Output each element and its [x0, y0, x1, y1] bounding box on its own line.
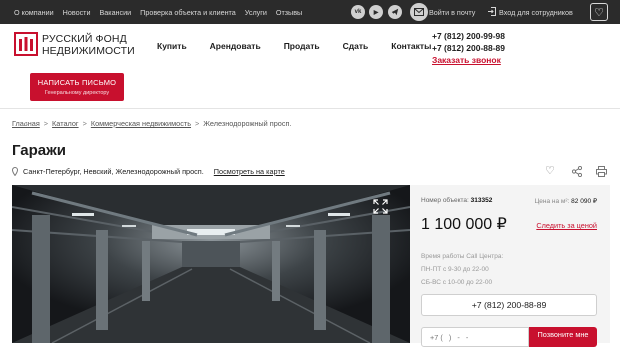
main-nav: Купить Арендовать Продать Сдать Контакты	[157, 41, 431, 51]
photo-prev-arrow[interactable]: ‹	[18, 113, 32, 128]
fullscreen-expand-icon[interactable]	[373, 199, 388, 214]
object-number-label: Номер объекта:	[421, 197, 469, 204]
favorites-heart-icon[interactable]: ♡	[590, 3, 608, 21]
login-icon	[488, 7, 496, 16]
staff-login-link[interactable]: Вход для сотрудников	[499, 8, 573, 17]
share-icon[interactable]	[572, 166, 582, 177]
logo-icon[interactable]	[14, 32, 38, 56]
top-nav-reviews[interactable]: Отзывы	[276, 8, 302, 17]
hours-weekend: СБ-ВС с 10-00 до 22-00	[421, 279, 493, 286]
crumb-catalog[interactable]: Каталог	[52, 119, 79, 128]
crumb-commercial[interactable]: Коммерческая недвижимость	[91, 119, 191, 128]
price: 1 100 000 ₽	[421, 216, 507, 233]
price-per-m2: Цена на м²: 82 090 ₽	[534, 197, 597, 205]
header-phones: +7 (812) 200-99-98 +7 (812) 200-88-89 За…	[432, 30, 505, 66]
map-link[interactable]: Посмотреть на карте	[214, 167, 285, 176]
write-letter-sublabel: Генеральному директору	[44, 90, 110, 96]
crumb-separator: >	[82, 119, 87, 128]
logo-line-1: РУССКИЙ ФОНД	[42, 33, 127, 45]
nav-lease[interactable]: Сдать	[343, 41, 369, 51]
print-icon[interactable]	[596, 166, 607, 177]
vk-icon[interactable]: vk	[351, 5, 365, 19]
hours-weekdays: ПН-ПТ с 9-30 до 22-00	[421, 266, 489, 273]
crumb-separator: >	[43, 119, 49, 128]
property-photo[interactable]	[12, 185, 410, 343]
nav-rent[interactable]: Арендовать	[210, 41, 261, 51]
callback-link[interactable]: Заказать звонок	[432, 54, 505, 66]
photo-next-arrow[interactable]: ›	[389, 113, 403, 128]
phone-2[interactable]: +7 (812) 200-88-89	[432, 42, 505, 54]
header-divider	[0, 108, 620, 109]
location-pin-icon	[12, 167, 18, 176]
write-letter-button[interactable]: НАПИСАТЬ ПИСЬМО Генеральному директору	[30, 73, 124, 101]
price-per-m2-value: 82 090 ₽	[571, 198, 597, 205]
crumb-separator: >	[195, 119, 200, 128]
nav-buy[interactable]: Купить	[157, 41, 187, 51]
mail-icon[interactable]	[410, 3, 428, 21]
nav-contacts[interactable]: Контакты	[391, 41, 431, 51]
breadcrumb: Главная > Каталог > Коммерческая недвижимост…	[12, 119, 291, 128]
phone-1[interactable]: +7 (812) 200-99-98	[432, 30, 505, 42]
youtube-icon[interactable]: ▶	[369, 5, 383, 19]
top-nav-vacancies[interactable]: Вакансии	[99, 8, 131, 17]
object-number: Номер объекта: 313352	[421, 197, 492, 204]
follow-price-link[interactable]: Следить за ценой	[536, 221, 597, 230]
crumb-current: Железнодорожный просп.	[203, 119, 292, 128]
top-nav-services[interactable]: Услуги	[245, 8, 267, 17]
top-nav-news[interactable]: Новости	[63, 8, 91, 17]
top-nav-about[interactable]: О компании	[14, 8, 54, 17]
price-panel: Номер объекта: 313352 Цена на м²: 82 090…	[410, 185, 610, 347]
phone-button[interactable]: +7 (812) 200-88-89	[421, 294, 597, 316]
address-text: Санкт-Петербург, Невский, Железнодорожны…	[23, 167, 204, 176]
nav-sell[interactable]: Продать	[284, 41, 320, 51]
top-nav-check[interactable]: Проверка объекта и клиента	[140, 8, 236, 17]
price-per-m2-label: Цена на м²:	[534, 198, 570, 205]
call-me-button[interactable]: Позвоните мне	[529, 327, 597, 347]
mail-login-link[interactable]: Войти в почту	[429, 8, 475, 17]
call-center-hours: Время работы Call Центра: ПН-ПТ с 9-30 д…	[421, 250, 503, 289]
logo-text[interactable]: РУССКИЙ ФОНД НЕДВИЖИМОСТИ	[42, 33, 135, 57]
hours-title: Время работы Call Центра:	[421, 253, 504, 260]
parking-garage-image	[12, 185, 410, 343]
page-title: Гаражи	[12, 142, 67, 159]
write-letter-label: НАПИСАТЬ ПИСЬМО	[37, 78, 117, 87]
top-bar: О компании Новости Вакансии Проверка объ…	[0, 0, 620, 24]
callback-phone-input[interactable]	[421, 327, 529, 347]
heart-icon[interactable]: ♡	[545, 164, 555, 177]
object-number-value: 313352	[470, 197, 493, 204]
address-row: Санкт-Петербург, Невский, Железнодорожны…	[12, 167, 285, 176]
logo-line-2: НЕДВИЖИМОСТИ	[42, 45, 135, 57]
top-nav: О компании Новости Вакансии Проверка объ…	[14, 8, 302, 17]
telegram-icon[interactable]	[388, 5, 402, 19]
